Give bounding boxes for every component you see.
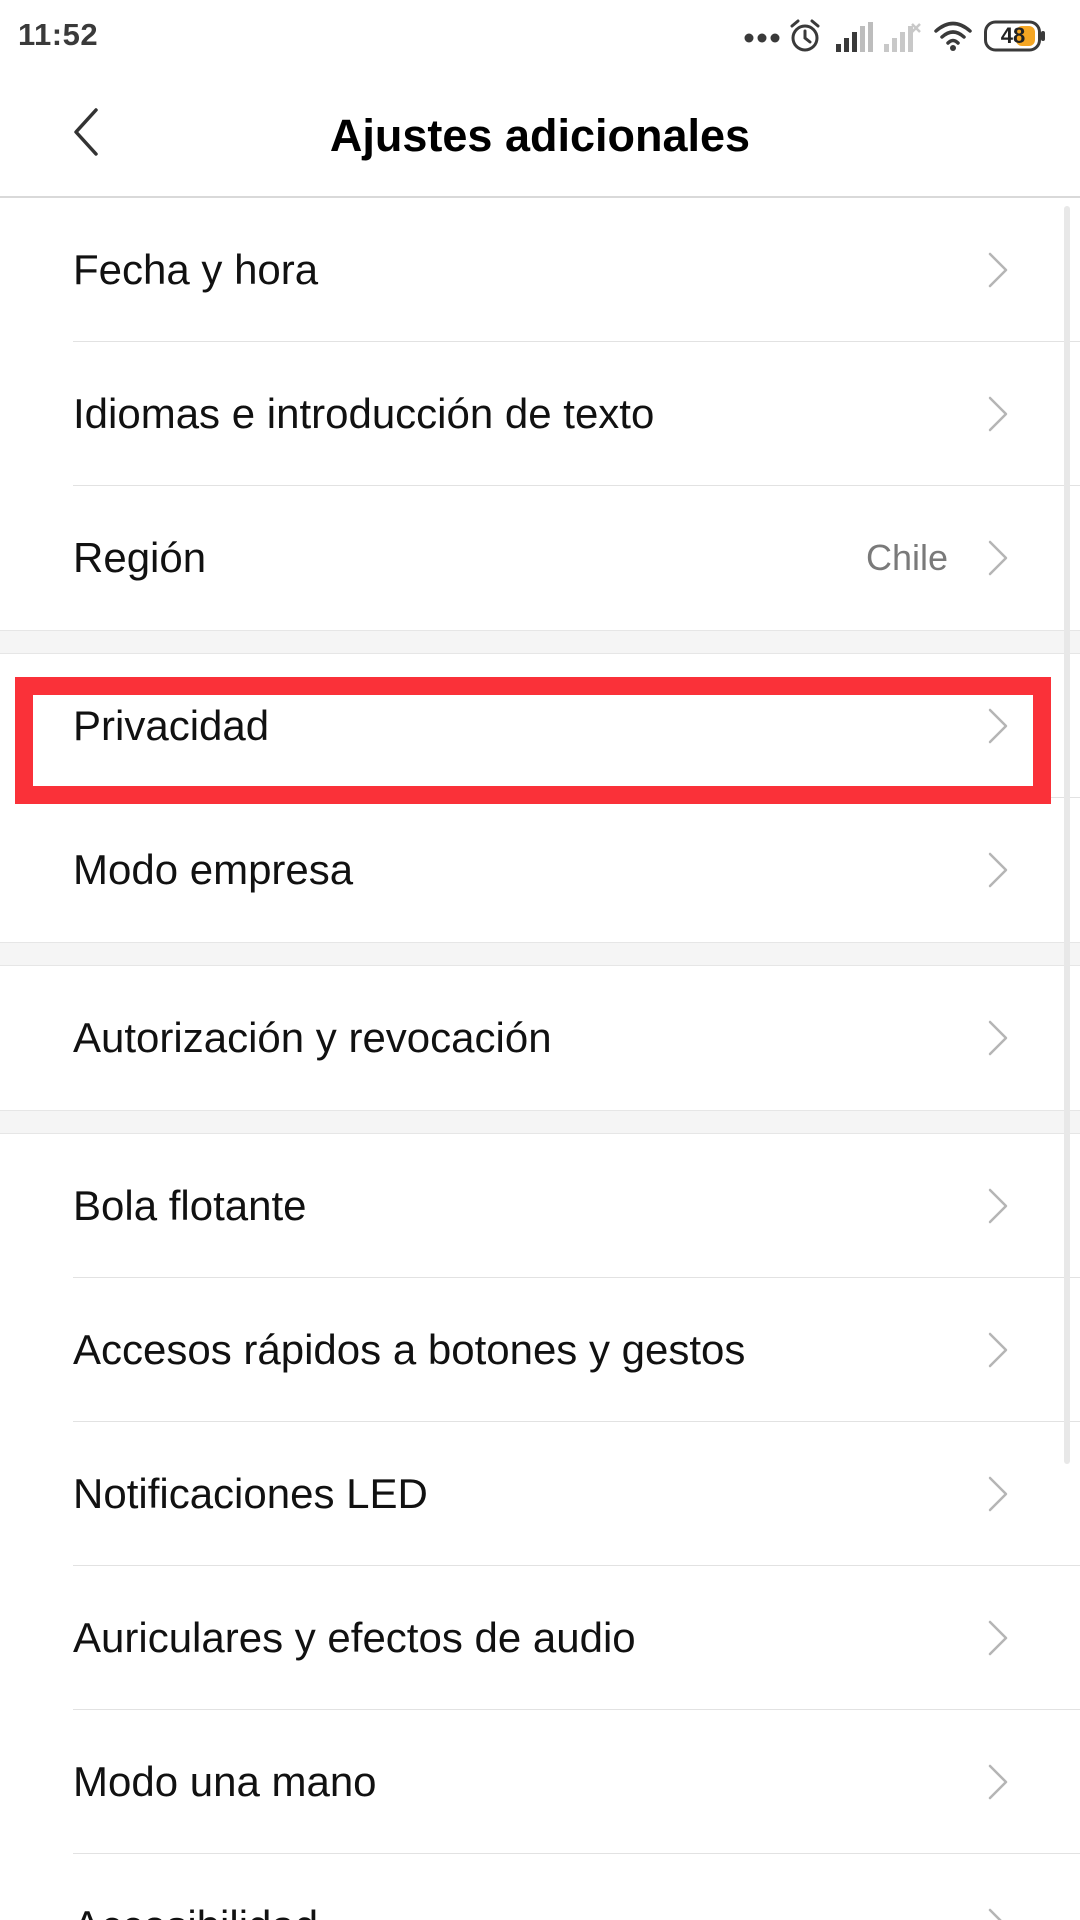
chevron-right-icon — [988, 1332, 1008, 1368]
setting-region[interactable]: Región Chile — [0, 486, 1080, 630]
setting-label: Privacidad — [73, 702, 270, 749]
setting-languages-input[interactable]: Idiomas e introducción de texto — [0, 342, 1080, 486]
setting-enterprise-mode[interactable]: Modo empresa — [0, 798, 1080, 942]
scrollbar[interactable] — [1064, 206, 1070, 1464]
setting-label: Bola flotante — [73, 1182, 307, 1229]
setting-authorization-revocation[interactable]: Autorización y revocación — [0, 966, 1080, 1110]
setting-accessibility[interactable]: Accesibilidad — [0, 1854, 1080, 1920]
settings-group: Autorización y revocación — [0, 966, 1080, 1110]
settings-list[interactable]: Fecha y hora Idiomas e introducción de t… — [0, 198, 1080, 1920]
status-bar: 11:52 48 — [0, 0, 1080, 76]
more-dots-icon — [744, 33, 780, 43]
setting-button-shortcuts[interactable]: Accesos rápidos a botones y gestos — [0, 1278, 1080, 1422]
section-separator — [0, 1110, 1080, 1134]
setting-headphones-audio[interactable]: Auriculares y efectos de audio — [0, 1566, 1080, 1710]
signal-icon — [836, 22, 873, 52]
settings-group: Privacidad Modo empresa — [0, 654, 1080, 942]
setting-label: Región — [73, 534, 207, 581]
chevron-right-icon — [988, 1908, 1002, 1920]
setting-label: Accesibilidad — [73, 1902, 318, 1920]
setting-one-hand-mode[interactable]: Modo una mano — [0, 1710, 1080, 1854]
setting-led-notifications[interactable]: Notificaciones LED — [0, 1422, 1080, 1566]
battery-level: 48 — [1000, 23, 1026, 48]
setting-label: Idiomas e introducción de texto — [73, 390, 655, 437]
chevron-right-icon — [988, 1020, 1008, 1056]
chevron-right-icon — [988, 396, 1008, 432]
setting-label: Accesos rápidos a botones y gestos — [73, 1326, 746, 1373]
chevron-right-icon — [988, 1188, 1008, 1224]
status-icons: 48 — [744, 18, 1064, 58]
status-time: 11:52 — [18, 17, 99, 52]
chevron-right-icon — [988, 252, 1008, 288]
setting-floating-ball[interactable]: Bola flotante — [0, 1134, 1080, 1278]
chevron-right-icon — [988, 852, 1008, 888]
setting-label: Notificaciones LED — [73, 1470, 428, 1517]
chevron-right-icon — [988, 540, 1008, 576]
chevron-right-icon — [988, 1476, 1008, 1512]
signal-no-service-icon — [884, 23, 921, 52]
setting-label: Auriculares y efectos de audio — [73, 1614, 636, 1661]
setting-label: Modo una mano — [73, 1758, 377, 1805]
setting-value: Chile — [865, 537, 948, 578]
battery-icon: 48 — [984, 20, 1045, 52]
wifi-icon — [934, 21, 972, 51]
setting-label: Modo empresa — [73, 846, 354, 893]
settings-group: Fecha y hora Idiomas e introducción de t… — [0, 198, 1080, 630]
chevron-right-icon — [988, 708, 1008, 744]
setting-date-time[interactable]: Fecha y hora — [0, 198, 1080, 342]
setting-label: Fecha y hora — [73, 246, 319, 293]
chevron-right-icon — [988, 1620, 1008, 1656]
page-title: Ajustes adicionales — [329, 110, 751, 161]
setting-privacy[interactable]: Privacidad — [0, 654, 1080, 798]
header: Ajustes adicionales — [0, 76, 1080, 198]
section-separator — [0, 942, 1080, 966]
settings-group: Bola flotante Accesos rápidos a botones … — [0, 1134, 1080, 1920]
setting-label: Autorización y revocación — [73, 1014, 552, 1061]
alarm-icon — [790, 19, 820, 52]
section-separator — [0, 630, 1080, 654]
chevron-right-icon — [988, 1764, 1008, 1800]
